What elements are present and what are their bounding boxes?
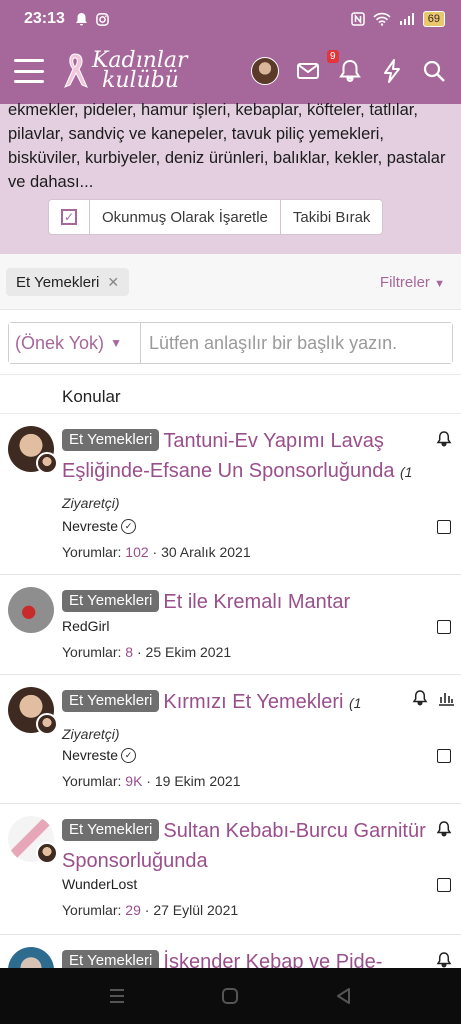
thread-meta: Yorumlar: 29 · 27 Eylül 2021 (62, 902, 239, 918)
thread-title[interactable]: Kırmızı Et Yemekleri (163, 691, 343, 713)
checkbox-icon: ✓ (61, 209, 77, 225)
back-icon[interactable] (333, 985, 355, 1007)
notification-bell-icon (75, 13, 87, 26)
watch-bell-icon[interactable] (411, 689, 429, 707)
thread-select-checkbox[interactable] (437, 620, 451, 634)
thread-title-input[interactable] (141, 323, 452, 363)
thread-date: 27 Eylül 2021 (153, 902, 239, 918)
system-nav-bar (0, 968, 461, 1024)
nfc-icon (351, 12, 365, 26)
filters-dropdown[interactable]: Filtreler ▼ (380, 274, 445, 291)
last-poster-avatar[interactable] (36, 452, 58, 474)
bar-chart-icon (439, 693, 454, 706)
thread-meta: Yorumlar: 102 · 30 Aralık 2021 (62, 544, 251, 560)
thread-meta: Yorumlar: 9K · 19 Ekim 2021 (62, 773, 241, 789)
replies-count: 9K (125, 773, 143, 789)
replies-count: 8 (125, 644, 134, 660)
filter-bar: Et Yemekleri ✕ Filtreler ▼ (0, 254, 461, 310)
replies-count: 102 (125, 544, 149, 560)
status-bar: 23:13 69 (0, 0, 461, 38)
last-poster-avatar[interactable] (36, 713, 58, 735)
forum-description-text: ekmekler, pideler, hamur işleri, kebapla… (8, 101, 446, 191)
instagram-icon (96, 12, 109, 26)
thread-meta: Yorumlar: 8 · 25 Ekim 2021 (62, 644, 232, 660)
active-filter-tag[interactable]: Et Yemekleri ✕ (6, 268, 130, 296)
thread-date: 19 Ekim 2021 (154, 773, 241, 789)
thread-item[interactable]: Et Yemekleri Sultan Kebabı-Burcu Garnitür… (0, 804, 461, 935)
replies-label: Yorumlar: (62, 902, 122, 918)
thread-date: 25 Ekim 2021 (145, 644, 232, 660)
verified-icon: ✓ (121, 518, 137, 534)
unfollow-button[interactable]: Takibi Bırak (281, 200, 383, 234)
author-name: RedGirl (62, 618, 110, 634)
ribbon-logo-icon (64, 53, 88, 88)
thread-select-checkbox[interactable] (437, 749, 451, 763)
thread-prefix[interactable]: Et Yemekleri (62, 590, 160, 612)
menu-icon[interactable] (14, 59, 44, 83)
prefix-select-value: (Önek Yok) (15, 332, 105, 353)
thread-date: 30 Aralık 2021 (161, 544, 251, 560)
author-avatar[interactable] (8, 587, 54, 633)
wifi-icon (373, 12, 391, 26)
alerts-button[interactable]: 9 (327, 50, 363, 84)
status-time: 23:13 (24, 10, 65, 27)
logo-text-line2: kulübü (102, 68, 179, 93)
thread-item[interactable]: Et Yemekleri Kırmızı Et Yemekleri (1 Ziya… (0, 675, 461, 804)
thread-title[interactable]: Et ile Kremalı Mantar (163, 591, 350, 613)
user-avatar[interactable] (251, 57, 279, 85)
author-name: Nevreste (62, 747, 119, 763)
thread-title-line: Et Yemekleri Kırmızı Et Yemekleri (1 Ziya… (62, 687, 411, 749)
thread-select-checkbox[interactable] (437, 520, 451, 534)
caret-down-icon: ▼ (110, 336, 122, 350)
thread-prefix[interactable]: Et Yemekleri (62, 819, 160, 841)
site-header: Kadınlar kulübü 9 (0, 38, 461, 104)
lightning-icon[interactable] (379, 58, 405, 84)
thread-author[interactable]: Nevreste ✓ (62, 747, 137, 763)
search-icon[interactable] (421, 58, 447, 84)
thread-title-line: Et Yemekleri Tantuni-Ev Yapımı Lavaş Eşli… (62, 426, 431, 518)
bell-icon (339, 59, 361, 82)
alerts-badge: 9 (327, 50, 339, 63)
watch-bell-icon[interactable] (435, 820, 453, 838)
last-poster-avatar[interactable] (36, 842, 58, 864)
select-checkbox-button[interactable]: ✓ (49, 200, 90, 234)
thread-title-line: Et Yemekleri Et ile Kremalı Mantar (62, 587, 431, 617)
replies-label: Yorumlar: (62, 773, 122, 789)
prefix-select[interactable]: (Önek Yok) ▼ (9, 323, 141, 363)
mail-icon[interactable] (295, 58, 321, 84)
quick-thread-form: (Önek Yok) ▼ (8, 322, 453, 364)
author-name: Nevreste (62, 518, 119, 534)
home-icon[interactable] (219, 985, 241, 1007)
active-filter-label: Et Yemekleri (16, 273, 100, 291)
mark-read-button[interactable]: Okunmuş Olarak İşaretle (90, 200, 281, 234)
site-logo[interactable]: Kadınlar kulübü (62, 50, 188, 93)
thread-author[interactable]: RedGirl (62, 618, 109, 634)
thread-select-checkbox[interactable] (437, 878, 451, 892)
filters-label: Filtreler (379, 274, 430, 291)
replies-count: 29 (125, 902, 141, 918)
section-title: Konular (0, 374, 461, 414)
watch-bell-icon[interactable] (435, 430, 453, 448)
caret-down-icon: ▼ (434, 278, 445, 290)
watch-bell-icon[interactable] (435, 951, 453, 969)
battery-level: 69 (422, 11, 445, 27)
thread-item[interactable]: Et Yemekleri Et ile Kremalı Mantar RedGir… (0, 575, 461, 675)
thread-prefix[interactable]: Et Yemekleri (62, 690, 160, 712)
author-name: WunderLost (62, 876, 138, 892)
thread-title-line: Et Yemekleri Sultan Kebabı-Burcu Garnitür… (62, 816, 431, 876)
replies-label: Yorumlar: (62, 544, 122, 560)
thread-author[interactable]: WunderLost (62, 876, 137, 892)
verified-icon: ✓ (121, 747, 137, 763)
forum-actions: ✓ Okunmuş Olarak İşaretle Takibi Bırak (48, 199, 384, 235)
remove-filter-icon[interactable]: ✕ (107, 274, 119, 291)
thread-author[interactable]: Nevreste ✓ (62, 518, 137, 534)
signal-icon (399, 13, 414, 25)
thread-prefix[interactable]: Et Yemekleri (62, 429, 160, 451)
recents-icon[interactable] (106, 985, 128, 1007)
thread-item[interactable]: Et Yemekleri Tantuni-Ev Yapımı Lavaş Eşli… (0, 414, 461, 575)
replies-label: Yorumlar: (62, 644, 122, 660)
